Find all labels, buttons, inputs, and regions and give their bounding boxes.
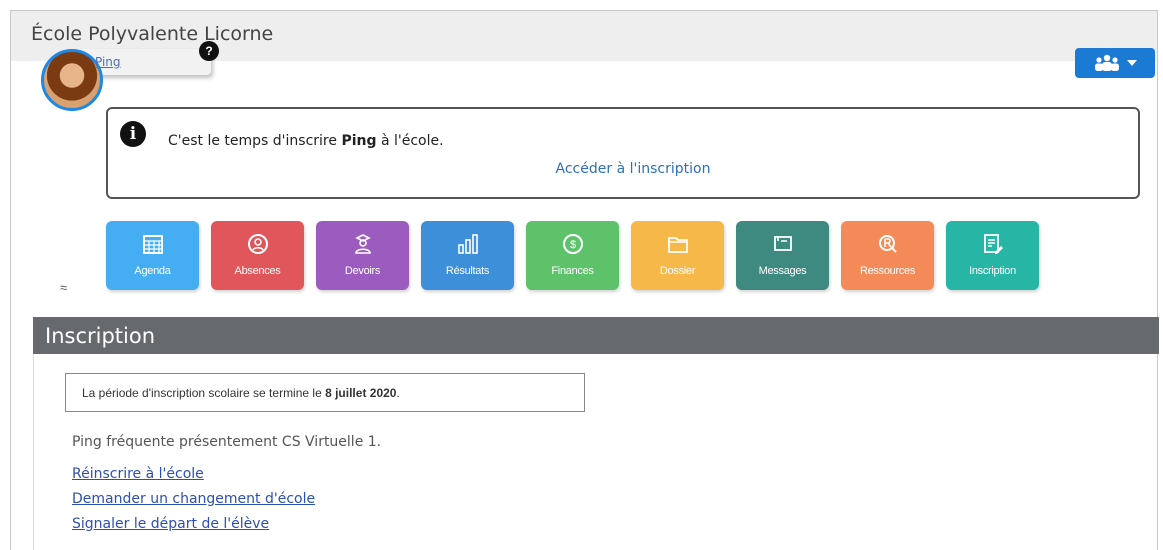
collapse-icon[interactable]: ≈ bbox=[60, 280, 67, 295]
info-icon: i bbox=[120, 121, 146, 147]
tile-messages[interactable]: Messages bbox=[736, 221, 829, 290]
tile-agenda[interactable]: Agenda bbox=[106, 221, 199, 290]
reenroll-link[interactable]: Réinscrire à l'école bbox=[72, 466, 204, 482]
tile-devoirs[interactable]: Devoirs bbox=[316, 221, 409, 290]
section-header: Inscription bbox=[33, 317, 1159, 354]
period-date: 8 juillet 2020 bbox=[325, 386, 397, 400]
message-icon bbox=[770, 231, 796, 257]
student-icon bbox=[350, 231, 376, 257]
resource-icon bbox=[875, 231, 901, 257]
current-school-text: Ping fréquente présentement CS Virtuelle… bbox=[72, 434, 382, 450]
folder-icon bbox=[665, 231, 691, 257]
form-icon bbox=[980, 231, 1006, 257]
coin-icon: $ bbox=[560, 231, 586, 257]
notice-text: C'est le temps d'inscrire Ping à l'école… bbox=[168, 133, 444, 149]
tile-ressources[interactable]: Ressources bbox=[841, 221, 934, 290]
registration-link[interactable]: Accéder à l'inscription bbox=[108, 161, 1138, 177]
bar-chart-icon bbox=[455, 231, 481, 257]
school-title: École Polyvalente Licorne bbox=[31, 23, 274, 45]
app-frame: École Polyvalente Licorne Ping ? i C'est… bbox=[10, 10, 1159, 550]
users-icon bbox=[1095, 54, 1119, 71]
users-menu-button[interactable] bbox=[1075, 48, 1155, 78]
calendar-icon bbox=[140, 231, 166, 257]
svg-text:$: $ bbox=[569, 239, 575, 251]
tile-inscription[interactable]: Inscription bbox=[946, 221, 1039, 290]
tile-finances[interactable]: $ Finances bbox=[526, 221, 619, 290]
change-school-link[interactable]: Demander un changement d'école bbox=[72, 491, 315, 507]
tile-resultats[interactable]: Résultats bbox=[421, 221, 514, 290]
registration-notice: i C'est le temps d'inscrire Ping à l'éco… bbox=[106, 107, 1140, 199]
help-badge-icon[interactable]: ? bbox=[199, 41, 219, 61]
report-departure-link[interactable]: Signaler le départ de l'élève bbox=[72, 516, 269, 532]
module-tiles: Agenda Absences Devoirs Résultats $ Fina… bbox=[106, 221, 1039, 290]
tile-absences[interactable]: Absences bbox=[211, 221, 304, 290]
student-selector[interactable]: Ping ? bbox=[37, 41, 219, 111]
section-title: Inscription bbox=[45, 324, 156, 348]
caret-down-icon bbox=[1127, 60, 1137, 66]
student-avatar[interactable] bbox=[41, 49, 103, 111]
registration-period-box: La période d'inscription scolaire se ter… bbox=[65, 373, 585, 412]
student-name-link[interactable]: Ping bbox=[95, 55, 121, 69]
tile-dossier[interactable]: Dossier bbox=[631, 221, 724, 290]
person-circle-icon bbox=[245, 231, 271, 257]
